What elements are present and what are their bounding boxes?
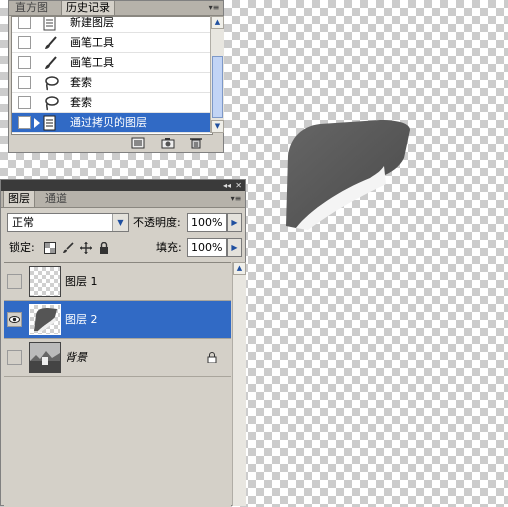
lock-transparency-icon[interactable]	[44, 242, 56, 254]
lasso-icon	[45, 76, 59, 91]
history-footer	[9, 134, 223, 152]
layer-row[interactable]: 图层 1	[4, 263, 231, 301]
tab-history[interactable]: 历史记录	[61, 1, 115, 15]
history-state-marker-icon	[34, 118, 40, 128]
layer-row-selected[interactable]: 图层 2	[4, 301, 231, 339]
layer-thumbnail	[29, 342, 61, 373]
layers-scrollbar[interactable]: ▲	[232, 262, 246, 506]
fill-label: 填充:	[156, 241, 182, 254]
visibility-toggle[interactable]	[7, 274, 22, 289]
history-tabbar: 直方图 历史记录 ▾≡	[9, 1, 223, 16]
visibility-toggle[interactable]	[7, 312, 22, 327]
snapshot-source-box[interactable]	[18, 76, 31, 89]
scroll-up-button[interactable]: ▲	[233, 262, 246, 275]
history-item-label: 套索	[70, 76, 92, 89]
snapshot-source-box[interactable]	[18, 96, 31, 109]
history-item-selected[interactable]: 通过拷贝的图层	[12, 113, 212, 133]
fill-input[interactable]: 100%	[187, 238, 227, 257]
snapshot-source-box[interactable]	[18, 56, 31, 69]
document-icon	[43, 17, 56, 31]
fill-slider-button[interactable]: ▶	[227, 238, 242, 257]
history-item-label: 画笔工具	[70, 56, 114, 69]
lock-paint-icon[interactable]	[62, 242, 74, 254]
tab-histogram[interactable]: 直方图	[11, 1, 52, 15]
history-list: 新建图层 画笔工具 画笔工具 套索 套索 通过拷贝的图层	[11, 16, 213, 135]
history-item[interactable]: 画笔工具	[12, 33, 212, 53]
history-item-label: 通过拷贝的图层	[70, 116, 147, 129]
layer-list: 图层 1 图层 2 背景	[4, 262, 231, 507]
layer-thumbnail	[29, 304, 61, 335]
panel-title-strip[interactable]: ◂◂ ✕	[1, 180, 245, 191]
layer-name: 图层 2	[65, 313, 98, 326]
scroll-thumb[interactable]	[212, 56, 223, 118]
history-item-label: 画笔工具	[70, 36, 114, 49]
opacity-slider-button[interactable]: ▶	[227, 213, 242, 232]
brush-icon	[45, 36, 57, 49]
history-item[interactable]: 新建图层	[12, 16, 212, 33]
collapse-panel-icon[interactable]: ◂◂	[223, 180, 231, 191]
tab-layers[interactable]: 图层	[3, 191, 35, 207]
scroll-up-button[interactable]: ▲	[211, 16, 224, 29]
camera-snapshot-icon[interactable]	[161, 137, 175, 149]
snapshot-source-box[interactable]	[18, 17, 31, 29]
lasso-icon	[45, 96, 59, 111]
trash-icon[interactable]	[189, 137, 203, 149]
lock-move-icon[interactable]	[80, 242, 92, 254]
snapshot-source-box[interactable]	[18, 116, 31, 129]
layers-tabbar: 图层 通道 ▾≡	[1, 191, 245, 208]
scroll-down-button[interactable]: ▼	[211, 120, 224, 133]
blend-mode-value: 正常	[12, 216, 34, 229]
history-item-label: 套索	[70, 96, 92, 109]
history-item[interactable]: 套索	[12, 93, 212, 113]
lock-label: 锁定:	[9, 241, 35, 254]
history-panel: 直方图 历史记录 ▾≡ 新建图层 画笔工具 画笔工具 套索 套索 通过拷贝的图层…	[8, 0, 224, 153]
chevron-down-icon[interactable]: ▼	[112, 214, 128, 231]
panel-menu-icon[interactable]: ▾≡	[229, 193, 243, 205]
layer-name: 图层 1	[65, 275, 98, 288]
history-item-label: 新建图层	[70, 16, 114, 29]
brush-icon	[45, 56, 57, 69]
document-icon	[43, 115, 56, 131]
snapshot-source-box[interactable]	[18, 36, 31, 49]
close-panel-icon[interactable]: ✕	[235, 180, 242, 191]
layer-name: 背景	[65, 351, 87, 364]
opacity-input[interactable]: 100%	[187, 213, 227, 232]
layer-thumbnail	[29, 266, 61, 297]
eye-icon	[9, 316, 20, 323]
visibility-toggle[interactable]	[7, 350, 22, 365]
tab-channels[interactable]: 通道	[41, 191, 71, 207]
blend-mode-select[interactable]: 正常 ▼	[7, 213, 129, 232]
history-scrollbar[interactable]: ▲ ▼	[210, 16, 224, 133]
canvas-layer-shape	[286, 120, 410, 230]
lock-all-icon[interactable]	[98, 242, 110, 254]
layer-row[interactable]: 背景	[4, 339, 231, 377]
lock-icon	[207, 352, 217, 363]
opacity-label: 不透明度:	[133, 216, 181, 229]
new-document-from-state-icon[interactable]	[131, 137, 145, 149]
history-item[interactable]: 画笔工具	[12, 53, 212, 73]
panel-menu-icon[interactable]: ▾≡	[207, 2, 221, 14]
photo-thumbnail-icon	[30, 343, 60, 372]
layers-panel: ◂◂ ✕ 图层 通道 ▾≡ 正常 ▼ 不透明度: 100% ▶ 锁定: 填充: …	[0, 179, 246, 507]
history-item[interactable]: 套索	[12, 73, 212, 93]
shape-thumbnail-icon	[34, 308, 57, 332]
